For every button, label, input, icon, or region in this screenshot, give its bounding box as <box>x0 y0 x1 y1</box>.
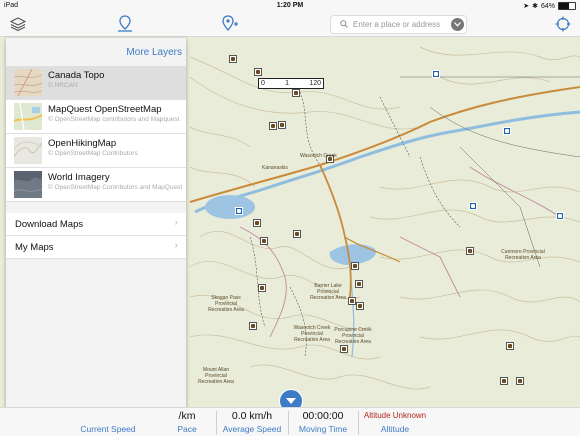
average-speed-stat[interactable]: 0.0 km/h Average Speed <box>217 408 287 436</box>
campsite-marker[interactable] <box>292 89 300 97</box>
chevron-down-icon <box>454 22 461 27</box>
layer-attribution: © OpenStreetMap Contributors and MapQues… <box>48 184 183 191</box>
layers-panel-header: More Layers <box>6 38 186 66</box>
map-label: Mount Allan Provincial Recreation Area <box>198 367 234 385</box>
layers-panel: More Layers Canada Topo © NRCAN MapQuest… <box>6 38 186 428</box>
altitude-stat[interactable]: Altitude Unknown Altitude <box>359 408 431 436</box>
search-input[interactable]: Enter a place or address <box>330 15 467 34</box>
locate-me-button[interactable] <box>554 15 572 33</box>
track-button[interactable] <box>116 15 134 33</box>
map-scale-bar: 0 1 120 <box>258 78 324 89</box>
facility-marker[interactable] <box>235 207 243 215</box>
current-speed-stat[interactable]: Current Speed <box>60 408 156 436</box>
map-label: Kananaskis <box>262 165 288 171</box>
campsite-marker[interactable] <box>269 122 277 130</box>
map-label: Skogan Pass Provincial Recreation Area <box>208 295 244 313</box>
map-label: Wasootch Creek <box>300 153 337 159</box>
more-layers-button[interactable]: More Layers <box>126 47 182 58</box>
stat-label: Current Speed <box>80 424 136 434</box>
campsite-marker[interactable] <box>516 377 524 385</box>
facility-marker[interactable] <box>503 127 511 135</box>
status-icons: ➤ ✱ 64% <box>523 2 576 10</box>
download-maps-item[interactable]: Download Maps › <box>6 213 186 236</box>
campsite-marker[interactable] <box>356 302 364 310</box>
layer-attribution: © NRCAN <box>48 82 78 89</box>
facility-marker[interactable] <box>469 202 477 210</box>
world-imagery-thumbnail <box>14 171 42 198</box>
bluetooth-icon: ✱ <box>532 3 538 10</box>
layer-title: World Imagery <box>48 172 110 183</box>
campsite-marker[interactable] <box>506 342 514 350</box>
layer-mapquest-openstreetmap[interactable]: MapQuest OpenStreetMap © OpenStreetMap c… <box>6 100 186 134</box>
map-pin-track-icon <box>118 15 132 32</box>
map-label: Canmore Provincial Recreation Area <box>501 249 545 261</box>
facility-marker[interactable] <box>556 212 564 220</box>
location-arrow-icon: ➤ <box>523 3 530 10</box>
add-pin-icon <box>222 15 238 31</box>
campsite-marker[interactable] <box>260 237 268 245</box>
layer-world-imagery[interactable]: World Imagery © OpenStreetMap Contributo… <box>6 168 186 202</box>
layer-attribution: © OpenStreetMap Contributors <box>48 150 138 157</box>
campsite-marker[interactable] <box>351 262 359 270</box>
scale-right: 120 <box>309 80 321 87</box>
map-label: Barrier Lake Provincial Recreation Area <box>310 283 346 301</box>
scale-mid: 1 <box>285 80 290 87</box>
stats-bar: Current Speed /km Pace 0.0 km/h Average … <box>0 407 580 436</box>
search-dropdown-button[interactable] <box>451 18 464 31</box>
campsite-marker[interactable] <box>340 345 348 353</box>
mapquest-thumbnail <box>14 103 42 130</box>
campsite-marker[interactable] <box>466 247 474 255</box>
stat-label: Moving Time <box>298 424 348 434</box>
map-label: Wasootch Creek Provincial Recreation Are… <box>293 325 331 343</box>
battery-percent: 64% <box>540 2 555 10</box>
chevron-right-icon: › <box>174 240 178 251</box>
toolbar: Enter a place or address <box>0 12 580 37</box>
stat-label: Average Speed <box>222 424 282 434</box>
canada-topo-thumbnail <box>14 69 42 96</box>
layer-title: OpenHikingMap <box>48 138 117 149</box>
stat-label: Pace <box>177 424 197 434</box>
map-label: Porcupine Creek Provincial Recreation Ar… <box>334 327 372 345</box>
menu-item-label: My Maps <box>15 242 54 253</box>
campsite-marker[interactable] <box>278 121 286 129</box>
layer-title: Canada Topo <box>48 70 105 81</box>
menu-spacer <box>6 202 186 213</box>
layers-icon <box>10 17 26 32</box>
campsite-marker[interactable] <box>258 284 266 292</box>
crosshair-icon <box>555 16 571 32</box>
layer-canada-topo[interactable]: Canada Topo © NRCAN <box>6 66 186 100</box>
menu-item-label: Download Maps <box>15 219 84 230</box>
facility-marker[interactable] <box>432 70 440 78</box>
layer-openhikingmap[interactable]: OpenHikingMap © OpenStreetMap Contributo… <box>6 134 186 168</box>
clock: 1:20 PM <box>276 2 304 9</box>
campsite-marker[interactable] <box>500 377 508 385</box>
pace-stat[interactable]: /km Pace <box>160 408 214 436</box>
layers-button[interactable] <box>9 15 27 33</box>
campsite-marker[interactable] <box>293 230 301 238</box>
campsite-marker[interactable] <box>348 297 356 305</box>
add-waypoint-button[interactable] <box>221 15 239 33</box>
campsite-marker[interactable] <box>254 68 262 76</box>
search-placeholder: Enter a place or address <box>353 20 441 29</box>
status-bar: iPad 1:20 PM ➤ ✱ 64% <box>0 0 580 12</box>
stat-label: Altitude <box>380 424 410 434</box>
openhikingmap-thumbnail <box>14 137 42 164</box>
stat-value: Altitude Unknown <box>363 411 427 420</box>
stat-value: 00:00:00 <box>302 410 344 422</box>
campsite-marker[interactable] <box>355 280 363 288</box>
my-maps-item[interactable]: My Maps › <box>6 236 186 259</box>
chevron-down-icon <box>286 397 296 404</box>
stat-value: /km <box>178 410 196 422</box>
campsite-marker[interactable] <box>249 322 257 330</box>
layer-attribution: © OpenStreetMap contributors and Mapques… <box>48 116 180 123</box>
campsite-marker[interactable] <box>229 55 237 63</box>
moving-time-stat[interactable]: 00:00:00 Moving Time <box>289 408 357 436</box>
layer-title: MapQuest OpenStreetMap <box>48 104 162 115</box>
stat-value: 0.0 km/h <box>231 410 273 422</box>
search-icon <box>340 19 348 30</box>
scale-left: 0 <box>261 80 265 87</box>
chevron-right-icon: › <box>174 217 178 228</box>
campsite-marker[interactable] <box>253 219 261 227</box>
battery-icon <box>558 2 576 10</box>
